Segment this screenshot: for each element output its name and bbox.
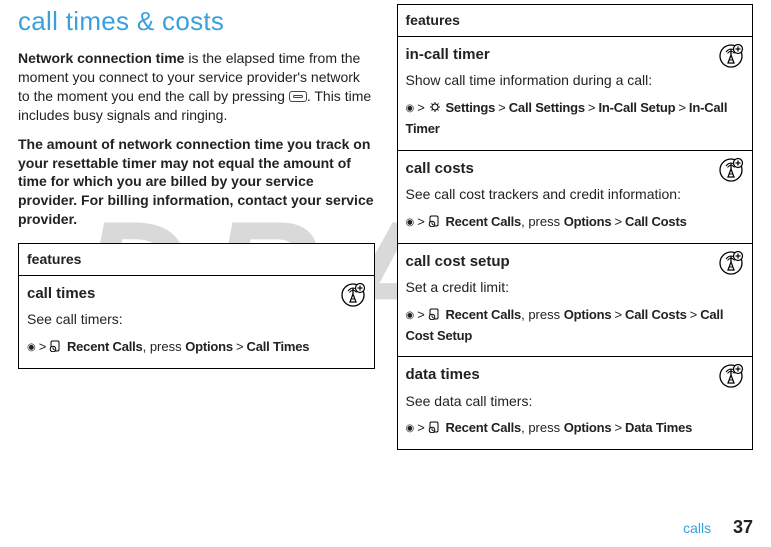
features-header: features [19, 244, 375, 276]
feature-desc: See call timers: [27, 310, 366, 329]
feature-desc: Set a credit limit: [406, 278, 745, 297]
center-key-icon: ◉ [27, 342, 36, 353]
feature-name: call costs [406, 159, 745, 179]
center-key-icon: ◉ [406, 423, 415, 434]
feature-path: ◉> Recent Calls, press Options>Call Cost… [406, 212, 745, 233]
recent-calls-icon [428, 306, 442, 318]
antenna-badge-icon [718, 250, 744, 276]
feature-desc: Show call time information during a call… [406, 71, 745, 90]
feature-name: data times [406, 365, 745, 385]
feature-cell: call costs See call cost trackers and cre… [397, 150, 753, 243]
intro-paragraph: Network connection time is the elapsed t… [18, 49, 375, 125]
feature-desc: See data call timers: [406, 392, 745, 411]
billing-warning: The amount of network connection time yo… [18, 135, 375, 229]
feature-name: in-call timer [406, 45, 745, 65]
antenna-badge-icon [340, 282, 366, 308]
feature-cell: in-call timer Show call time information … [397, 36, 753, 150]
footer-section: calls [683, 520, 711, 536]
intro-lead: Network connection time [18, 50, 184, 66]
antenna-badge-icon [718, 157, 744, 183]
feature-path: ◉> Recent Calls, press Options>Call Cost… [406, 305, 745, 347]
settings-icon [428, 99, 442, 111]
feature-cell: call cost setup Set a credit limit: ◉> Rec… [397, 243, 753, 357]
features-header: features [397, 5, 753, 37]
end-key-icon [289, 91, 307, 102]
feature-name: call times [27, 284, 366, 304]
feature-path: ◉> Recent Calls, press Options>Call Time… [27, 337, 366, 358]
antenna-badge-icon [718, 43, 744, 69]
features-table-left: features call times See call timers: ◉> Re… [18, 243, 375, 369]
feature-cell: call times See call timers: ◉> Recent Call… [19, 276, 375, 369]
feature-path: ◉> Recent Calls, press Options>Data Time… [406, 418, 745, 439]
antenna-badge-icon [718, 363, 744, 389]
feature-name: call cost setup [406, 252, 745, 272]
recent-calls-icon [428, 419, 442, 431]
center-key-icon: ◉ [406, 103, 415, 114]
recent-calls-icon [49, 338, 63, 350]
recent-calls-icon [428, 213, 442, 225]
page-footer: calls 37 [683, 515, 753, 539]
feature-path: ◉> Settings>Call Settings>In-Call Setup>… [406, 98, 745, 140]
footer-page-number: 37 [733, 517, 753, 537]
feature-desc: See call cost trackers and credit inform… [406, 185, 745, 204]
features-table-right: features in-call timer Show call time inf… [397, 4, 754, 450]
feature-cell: data times See data call timers: ◉> Recent… [397, 357, 753, 450]
center-key-icon: ◉ [406, 310, 415, 321]
center-key-icon: ◉ [406, 217, 415, 228]
page-title: call times & costs [18, 4, 375, 39]
